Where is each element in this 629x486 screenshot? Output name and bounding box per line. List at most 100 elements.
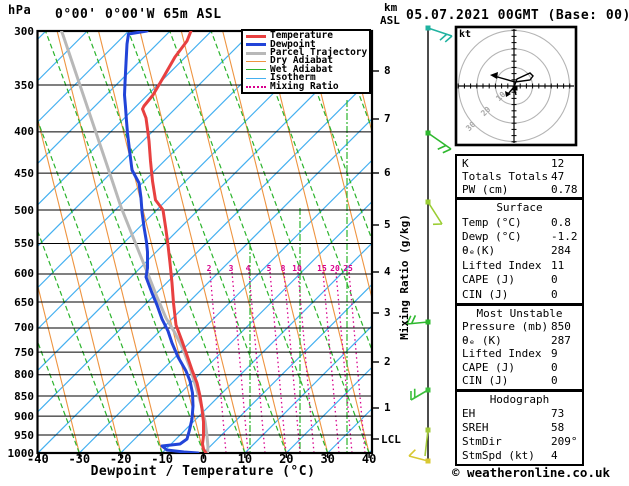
panel-row-value: 284 [551,245,571,257]
storm-motion-marker [513,86,518,91]
panel-row-label: Pressure (mb) [457,321,548,333]
station-title: 0°00' 0°00'W 65m ASL [55,7,222,22]
mixing-ratio-value-label: 15 [317,264,327,273]
wind-barb-icon [409,450,431,464]
panel-row: Lifted Index 11 [457,260,582,272]
panel-row: CAPE (J)0 [457,362,582,374]
panel-row-value: 58 [551,422,564,434]
panel-row: Lifted Index9 [457,348,582,360]
panel-row-label: Temp (°C) [457,217,522,229]
panel-row-value: -1.2 [551,231,578,243]
dry-adiabat-line [223,31,328,453]
wet-adiabat-line [584,31,629,453]
wet-adiabat-line [253,31,411,453]
panel-row-value: 287 [551,335,571,347]
panel-row-label: θₑ(K) [457,245,495,257]
panel-row-label: CIN (J) [457,289,508,301]
panel-row-label: SREH [457,422,489,434]
panel-row-value: 0.78 [551,184,578,196]
panel-row-value: 11 [551,260,564,272]
wind-barb-icon [426,26,453,42]
panel-row-label: K [457,158,469,170]
panel-row: CIN (J) 0 [457,289,582,301]
pressure-tick-label: 400 [2,125,34,138]
mixing-ratio-value-label: 8 [281,264,286,273]
pressure-tick-label: 900 [2,410,34,423]
pressure-tick-label: 800 [2,368,34,381]
panel-row-label: StmSpd (kt) [457,450,535,462]
panel-row: CAPE (J)0 [457,274,582,286]
panel-row-label: PW (cm) [457,184,508,196]
mixing-ratio-value-label: 25 [343,264,353,273]
panel-row: CIN (J)0 [457,375,582,387]
temp-tick-label: 30 [320,452,334,466]
pressure-tick-label: 600 [2,267,34,280]
temp-tick-label: -40 [27,452,49,466]
panel-row-label: StmDir [457,436,502,448]
plot-border [38,31,373,453]
mixing-ratio-line [336,272,352,453]
panel-row-value: 12 [551,158,564,170]
panel-header: Hodograph [457,394,582,406]
indices-panel: Hodograph EH73 SREH 58 StmDir 209° StmSpd (kt)… [455,390,584,466]
panel-row-value: 4 [551,450,558,462]
km-tick-label: 5 [384,218,391,231]
panel-row-label: EH [457,408,475,420]
pressure-tick-label: 700 [2,321,34,334]
isotherm-line [0,31,377,453]
panel-row: SREH 58 [457,422,582,434]
wet-adiabat-line [625,31,629,453]
legend-item: Mixing Ratio [243,83,369,91]
wind-barb-column [407,26,452,464]
panel-row-value: 850 [551,321,571,333]
mixing-ratio-axis-title: Mixing Ratio (g/kg) [398,212,411,342]
indices-panel: Most UnstablePressure (mb)850 θₑ (K) 287Li… [455,304,584,391]
panel-row: StmSpd (kt) 4 [457,450,582,462]
km-tick-label: 7 [384,112,391,125]
km-tick-label: 3 [384,306,391,319]
panel-row: Totals Totals47 [457,171,582,183]
dry-adiabat-line [306,31,411,453]
indices-panel: K 12Totals Totals47PW (cm) 0.78 [455,154,584,199]
pressure-tick-label: 300 [2,25,34,38]
pressure-tick-label: 650 [2,296,34,309]
panel-row-label: Lifted Index [457,260,541,272]
pressure-tick-label: 450 [2,167,34,180]
mixing-ratio-value-label: 2 [207,264,212,273]
panel-row-label: Dewp (°C) [457,231,522,243]
mixing-ratio-line [210,272,226,453]
mixing-ratio-value-label: 3 [229,264,234,273]
panel-row-value: 9 [551,348,558,360]
legend-line-sample [246,43,266,46]
isotherm-line [0,31,419,453]
km-tick-label: 2 [384,355,391,368]
panel-row-value: 0 [551,289,558,301]
panel-row-value: 0.8 [551,217,571,229]
panel-header: Surface [457,202,582,214]
temp-axis-title: Dewpoint / Temperature (°C) [91,464,316,479]
dry-adiabat-line [595,31,629,453]
km-tick-label: 6 [384,166,391,179]
panel-row-label: θₑ (K) [457,335,502,347]
indices-panel: Surface Temp (°C) 0.8 Dewp (°C) -1.2 θₑ(K) 284… [455,198,584,305]
panel-row: Dewp (°C) -1.2 [457,231,582,243]
pressure-tick-label: 350 [2,79,34,92]
panel-row: EH73 [457,408,582,420]
km-tick-label: 1 [384,401,391,414]
pressure-tick-label: 750 [2,346,34,359]
panel-header: Most Unstable [457,308,582,320]
skewt-sounding-page: { "header": { "pressure_unit_label": "hP… [0,0,629,486]
temp-tick-label: -30 [68,452,90,466]
asl-unit-label: ASL [380,14,400,27]
panel-row-value: 209° [551,436,578,448]
panel-row: Temp (°C) 0.8 [457,217,582,229]
wet-adiabat-line [211,31,369,453]
panel-row: K 12 [457,158,582,170]
wet-adiabat-line [87,31,245,453]
panel-row: Pressure (mb)850 [457,321,582,333]
km-unit-label: km [384,1,397,14]
temp-tick-label: 40 [362,452,376,466]
legend-line-sample [246,35,266,38]
legend-line-sample [246,86,266,88]
pressure-tick-label: 950 [2,429,34,442]
